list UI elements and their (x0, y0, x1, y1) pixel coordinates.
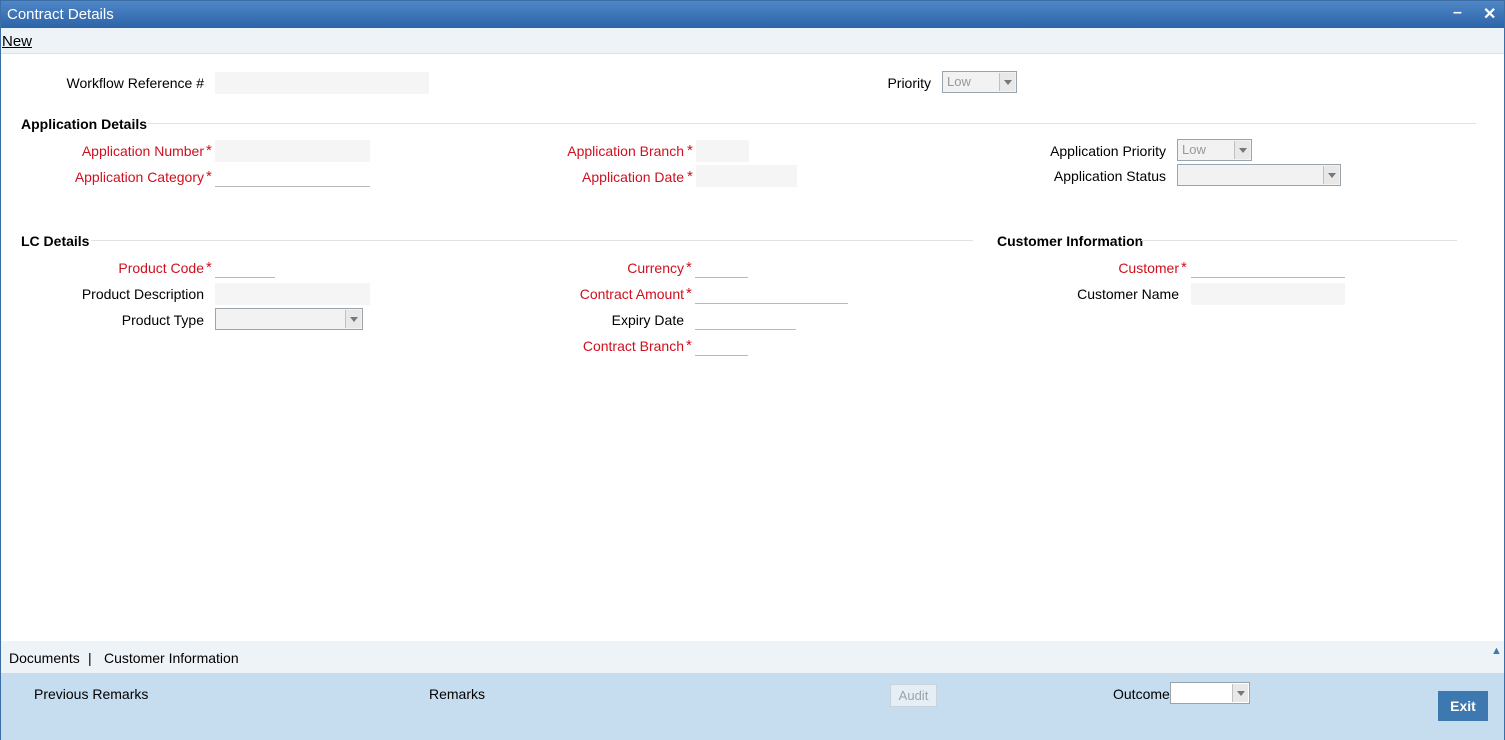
application-priority-label: Application Priority (1050, 143, 1166, 159)
required-marker: * (206, 142, 212, 159)
customer-label: Customer (1118, 260, 1179, 276)
application-priority-select[interactable]: Low (1177, 139, 1252, 161)
customer-information-divider (1141, 240, 1457, 241)
outcome-select[interactable] (1170, 682, 1250, 704)
application-branch-field[interactable] (696, 140, 749, 162)
required-marker: * (687, 142, 693, 159)
application-status-label: Application Status (1053, 168, 1166, 184)
required-marker: * (686, 285, 692, 302)
footer: Previous Remarks Remarks Audit Outcome E… (1, 673, 1504, 740)
contract-amount-field[interactable] (695, 282, 848, 304)
previous-remarks-link[interactable]: Previous Remarks (34, 686, 148, 702)
remarks-link[interactable]: Remarks (429, 686, 485, 702)
chevron-down-icon (1234, 141, 1250, 159)
customer-information-heading: Customer Information (997, 233, 1144, 249)
workflow-reference-label: Workflow Reference # (66, 75, 204, 91)
product-code-label: Product Code (118, 260, 204, 276)
minimize-button[interactable]: – (1453, 4, 1462, 22)
currency-field[interactable] (695, 256, 748, 278)
contract-branch-label: Contract Branch (582, 338, 684, 354)
contract-amount-label: Contract Amount (579, 286, 684, 302)
contract-details-window: Contract Details – ✕ New Workflow Refere… (0, 0, 1505, 740)
chevron-up-icon[interactable]: ▲ (1491, 645, 1502, 657)
required-marker: * (686, 337, 692, 354)
required-marker: * (687, 168, 693, 185)
product-type-select[interactable] (215, 308, 363, 330)
application-date-field[interactable] (696, 165, 797, 187)
required-marker: * (206, 259, 212, 276)
application-details-heading: Application Details (21, 116, 148, 132)
application-category-field[interactable] (215, 165, 370, 187)
lc-details-divider (91, 240, 973, 241)
customer-name-label: Customer Name (1077, 286, 1179, 302)
contract-branch-field[interactable] (695, 334, 748, 356)
required-marker: * (1181, 259, 1187, 276)
customer-name-field[interactable] (1191, 283, 1345, 305)
bottom-tab-bar: Documents | Customer Information (1, 641, 1504, 673)
product-description-label: Product Description (81, 286, 204, 302)
application-number-label: Application Number (81, 143, 204, 159)
priority-select[interactable]: Low (942, 71, 1017, 93)
chevron-down-icon (1323, 166, 1339, 184)
expiry-date-label: Expiry Date (611, 312, 684, 328)
product-code-field[interactable] (215, 256, 275, 278)
priority-label: Priority (887, 75, 931, 91)
lc-details-heading: LC Details (21, 233, 90, 249)
title-bar: Contract Details – ✕ (1, 1, 1504, 28)
customer-field[interactable] (1191, 256, 1345, 278)
expiry-date-field[interactable] (695, 308, 796, 330)
application-details-divider (146, 123, 1476, 124)
tab-documents[interactable]: Documents (9, 650, 80, 666)
product-type-label: Product Type (121, 312, 204, 328)
close-button[interactable]: ✕ (1483, 4, 1496, 24)
application-status-select[interactable] (1177, 164, 1341, 186)
outcome-label: Outcome (1113, 686, 1170, 702)
currency-label: Currency (627, 260, 684, 276)
exit-button[interactable]: Exit (1438, 691, 1488, 721)
menu-bar: New (1, 28, 1504, 54)
application-category-label: Application Category (74, 169, 204, 185)
audit-button[interactable]: Audit (890, 684, 937, 707)
priority-value: Low (947, 74, 971, 89)
chevron-down-icon (1232, 684, 1248, 702)
tab-customer-information[interactable]: Customer Information (104, 650, 239, 666)
required-marker: * (206, 168, 212, 185)
application-priority-value: Low (1182, 142, 1206, 157)
new-link[interactable]: New (2, 33, 32, 50)
product-description-field[interactable] (215, 283, 370, 305)
application-date-label: Application Date (582, 169, 684, 185)
workflow-reference-field[interactable] (215, 72, 429, 94)
chevron-down-icon (345, 310, 361, 328)
application-branch-label: Application Branch (567, 143, 684, 159)
required-marker: * (686, 259, 692, 276)
application-number-field[interactable] (215, 140, 370, 162)
chevron-down-icon (999, 73, 1015, 91)
window-title: Contract Details (7, 6, 114, 23)
tab-separator: | (88, 650, 92, 666)
